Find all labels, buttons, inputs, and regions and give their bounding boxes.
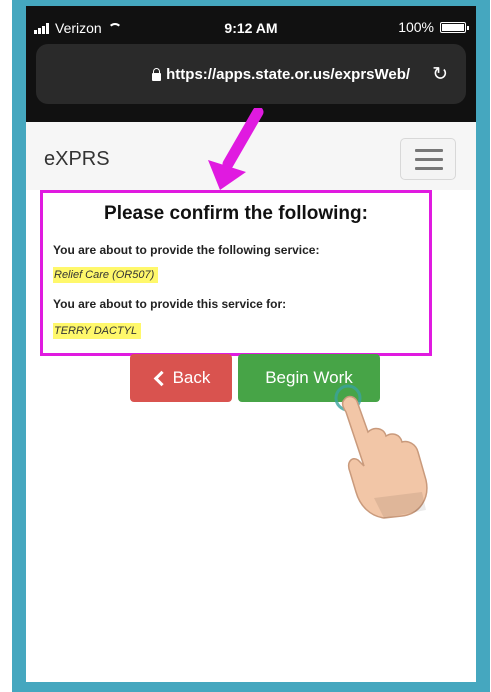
brand-title[interactable]: eXPRS — [44, 148, 110, 171]
tap-hand-icon — [334, 384, 428, 519]
address-bar[interactable]: https://apps.state.or.us/exprsWeb/ ↻ — [36, 44, 466, 104]
url-text: https://apps.state.or.us/exprsWeb/ — [166, 65, 411, 83]
menu-toggle-button[interactable] — [400, 138, 456, 180]
confirm-title: Please confirm the following: — [104, 203, 368, 224]
phone-screen: Verizon 9:12 AM 100% https://apps.state.… — [26, 6, 476, 682]
service-value: Relief Care (OR507) — [53, 267, 159, 283]
reload-icon[interactable]: ↻ — [432, 63, 448, 86]
hamburger-icon-bar — [415, 158, 443, 161]
url-display[interactable]: https://apps.state.or.us/exprsWeb/ — [151, 66, 410, 83]
back-button-label: Back — [172, 368, 211, 387]
battery-info: 100% — [398, 19, 469, 35]
pointer-arrow-icon — [208, 108, 264, 190]
battery-icon — [440, 21, 469, 33]
client-label: You are about to provide this service fo… — [53, 297, 287, 311]
status-bar: Verizon 9:12 AM 100% https://apps.state.… — [26, 6, 476, 122]
confirm-panel: Please confirm the following: You are ab… — [40, 190, 432, 356]
hamburger-icon — [415, 149, 443, 152]
lock-icon — [151, 67, 162, 81]
battery-percent: 100% — [398, 19, 434, 35]
back-button[interactable]: Back — [130, 354, 232, 402]
hamburger-icon-bar — [415, 167, 443, 170]
chevron-left-icon — [153, 370, 169, 386]
service-label: You are about to provide the following s… — [53, 243, 320, 257]
client-value: TERRY DACTYL — [53, 323, 142, 339]
